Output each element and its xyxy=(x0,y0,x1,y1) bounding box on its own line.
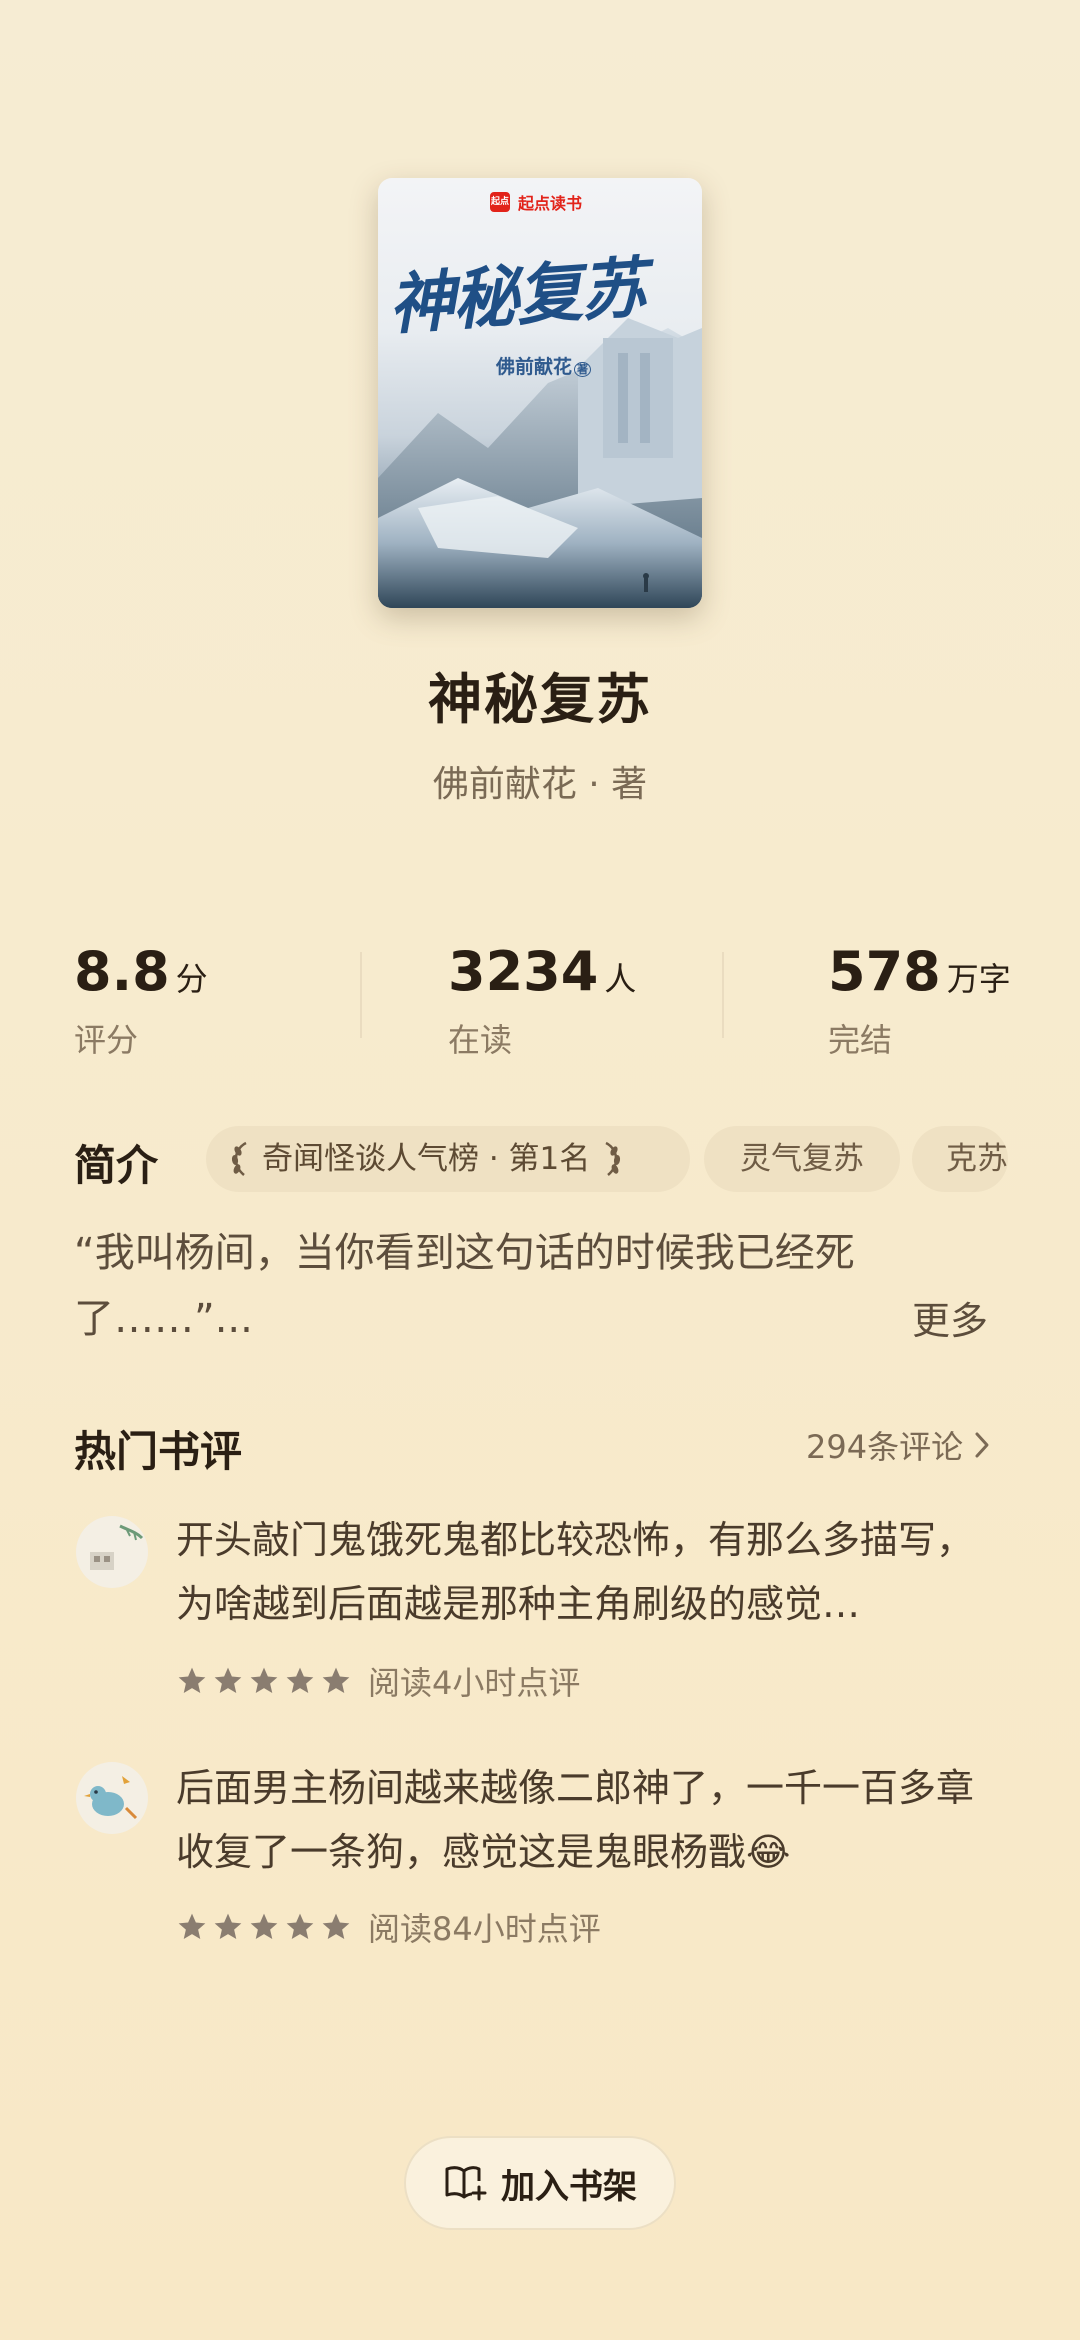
laurel-icon xyxy=(605,1141,621,1176)
qidian-logo-icon: 起点 xyxy=(490,192,510,212)
stat-readers-unit: 人 xyxy=(604,960,637,998)
intro-more-link[interactable]: 更多 xyxy=(912,1290,988,1345)
reviews-count-label: 294条评论 xyxy=(806,1428,964,1466)
laurel-icon xyxy=(231,1141,247,1176)
bird-avatar-icon[interactable] xyxy=(76,1762,148,1834)
cover-brand: 起点 起点读书 xyxy=(490,190,582,214)
add-to-shelf-label: 加入书架 xyxy=(501,2166,637,2207)
star-rating xyxy=(176,1911,352,1943)
landscape-avatar-icon[interactable] xyxy=(76,1516,148,1588)
star-icon xyxy=(322,1913,350,1939)
intro-text[interactable]: “我叫杨间，当你看到这句话的时候我已经死了……”... xyxy=(74,1220,974,1352)
book-cover[interactable]: 起点 起点读书 神秘复苏 佛前献花著 xyxy=(378,178,702,608)
cover-brand-text: 起点读书 xyxy=(518,194,583,213)
tag-genre-partial[interactable]: 克苏 xyxy=(912,1126,1008,1192)
reviews-count-link[interactable]: 294条评论 xyxy=(806,1422,991,1468)
stat-rating-label: 评分 xyxy=(74,1021,139,1059)
star-icon xyxy=(286,1667,314,1693)
stat-readers-value: 3234 xyxy=(448,940,599,1003)
stat-rating-unit: 分 xyxy=(175,960,208,998)
stat-readers-label: 在读 xyxy=(448,1021,513,1059)
book-author[interactable]: 佛前献花 · 著 xyxy=(0,755,1080,807)
book-add-icon xyxy=(445,2166,487,2201)
stat-rating-value: 8.8 xyxy=(74,940,170,1003)
review-text[interactable]: 开头敲门鬼饿死鬼都比较恐怖，有那么多描写，为啥越到后面越是那种主角刷级的感觉… xyxy=(176,1508,1006,1636)
star-icon xyxy=(250,1913,278,1939)
star-icon xyxy=(250,1667,278,1693)
review-meta: 阅读84小时点评 xyxy=(176,1904,601,1950)
cover-author: 佛前献花著 xyxy=(496,352,592,379)
stat-divider xyxy=(722,952,724,1038)
add-to-shelf-button[interactable]: 加入书架 xyxy=(404,2136,676,2230)
star-icon xyxy=(178,1667,206,1693)
cover-author-name: 佛前献花 xyxy=(496,356,573,378)
tag-ranking[interactable]: 奇闻怪谈人气榜 · 第1名 xyxy=(206,1126,690,1192)
review-text[interactable]: 后面男主杨间越来越像二郎神了，一千一百多章收复了一条狗，感觉这是鬼眼杨戬😂 xyxy=(176,1756,1006,1884)
cover-title: 神秘复苏 xyxy=(385,248,647,344)
stat-readers[interactable]: 3234 人 在读 xyxy=(448,940,636,1061)
tag-genre[interactable]: 灵气复苏 xyxy=(704,1126,900,1192)
chevron-right-icon xyxy=(975,1432,989,1458)
stat-wordcount-label: 完结 xyxy=(828,1021,893,1059)
reviews-heading: 热门书评 xyxy=(74,1427,243,1476)
book-title: 神秘复苏 xyxy=(428,668,652,731)
stat-wordcount[interactable]: 578 万字 完结 xyxy=(828,940,1011,1061)
star-icon xyxy=(286,1913,314,1939)
review-meta-text: 阅读4小时点评 xyxy=(368,1664,581,1702)
review-meta-text: 阅读84小时点评 xyxy=(368,1910,601,1948)
stat-divider xyxy=(360,952,362,1038)
star-rating xyxy=(176,1665,352,1697)
stat-rating[interactable]: 8.8 分 评分 xyxy=(74,940,208,1061)
star-icon xyxy=(178,1913,206,1939)
star-icon xyxy=(322,1667,350,1693)
review-meta: 阅读4小时点评 xyxy=(176,1658,580,1704)
star-icon xyxy=(214,1913,242,1939)
star-icon xyxy=(214,1667,242,1693)
tag-ranking-label: 奇闻怪谈人气榜 · 第1名 xyxy=(262,1141,591,1177)
cover-author-badge: 著 xyxy=(574,362,592,377)
intro-heading: 简介 xyxy=(74,1141,159,1190)
stat-wordcount-value: 578 xyxy=(828,940,941,1003)
stat-wordcount-unit: 万字 xyxy=(946,960,1011,998)
